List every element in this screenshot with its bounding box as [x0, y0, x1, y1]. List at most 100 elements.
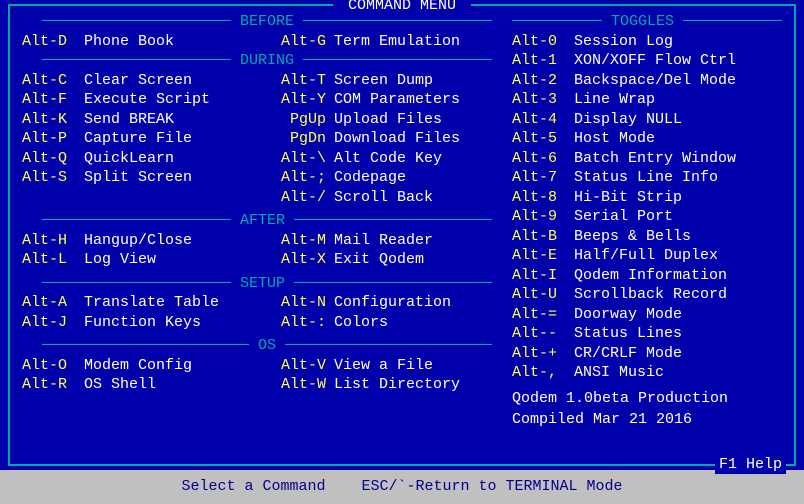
- toggle-row[interactable]: Alt--Status Lines: [512, 324, 782, 344]
- key-desc: ANSI Music: [574, 363, 664, 383]
- status-bar: Select a Command ESC/`-Return to TERMINA…: [0, 470, 804, 504]
- key-desc: Translate Table: [84, 293, 264, 313]
- key-desc: Qodem Information: [574, 266, 727, 286]
- key-label: Alt-E: [512, 246, 574, 266]
- key-desc: Scrollback Record: [574, 285, 727, 305]
- key-desc: COM Parameters: [334, 90, 460, 110]
- menu-row[interactable]: Alt-LLog ViewAlt-XExit Qodem: [22, 250, 512, 270]
- key-label: Alt--: [512, 324, 574, 344]
- toggle-row[interactable]: Alt-+CR/CRLF Mode: [512, 344, 782, 364]
- toggle-row[interactable]: Alt-UScrollback Record: [512, 285, 782, 305]
- toggle-row[interactable]: Alt-=Doorway Mode: [512, 305, 782, 325]
- terminal-screen: COMMAND MENU F1 Help ───────────────────…: [0, 0, 804, 470]
- key-label: Alt-Q: [22, 149, 84, 169]
- menu-row[interactable]: Alt-SSplit ScreenAlt-;Codepage: [22, 168, 512, 188]
- key-desc: Phone Book: [84, 32, 264, 52]
- key-label: Alt-B: [512, 227, 574, 247]
- key-desc: Scroll Back: [334, 188, 433, 208]
- toggle-row[interactable]: Alt-8Hi-Bit Strip: [512, 188, 782, 208]
- key-desc: Configuration: [334, 293, 451, 313]
- key-label: Alt-2: [512, 71, 574, 91]
- key-desc: Split Screen: [84, 168, 264, 188]
- toggle-row[interactable]: Alt-7Status Line Info: [512, 168, 782, 188]
- key-desc: Batch Entry Window: [574, 149, 736, 169]
- key-label: PgUp: [264, 110, 326, 130]
- menu-row[interactable]: Alt-OModem ConfigAlt-V View a File: [22, 356, 512, 376]
- key-desc: View a File: [334, 356, 433, 376]
- toggle-row[interactable]: Alt-4Display NULL: [512, 110, 782, 130]
- toggle-row[interactable]: Alt-9Serial Port: [512, 207, 782, 227]
- menu-row[interactable]: Alt-CClear ScreenAlt-TScreen Dump: [22, 71, 512, 91]
- menu-row[interactable]: Alt-DPhone BookAlt-GTerm Emulation: [22, 32, 512, 52]
- window-title: COMMAND MENU: [333, 0, 471, 16]
- key-desc: Send BREAK: [84, 110, 264, 130]
- menu-row[interactable]: Alt-ATranslate TableAlt-NConfiguration: [22, 293, 512, 313]
- menu-row[interactable]: Alt-/Scroll Back: [22, 188, 512, 208]
- key-label: Alt-V: [264, 356, 326, 376]
- section-os: ─────────────────────── OS ─────────────…: [22, 336, 512, 356]
- key-label: PgDn: [264, 129, 326, 149]
- key-desc: Display NULL: [574, 110, 682, 130]
- key-label: Alt-7: [512, 168, 574, 188]
- key-label: Alt-W: [264, 375, 326, 395]
- key-desc: Session Log: [574, 32, 673, 52]
- key-label: Alt-O: [22, 356, 84, 376]
- key-label: Alt-D: [22, 32, 84, 52]
- status-bar-text: Select a Command ESC/`-Return to TERMINA…: [181, 477, 622, 497]
- version-line-1: Qodem 1.0beta Production: [512, 387, 782, 409]
- key-desc: Beeps & Bells: [574, 227, 691, 247]
- key-desc: Term Emulation: [334, 32, 460, 52]
- key-label: Alt-A: [22, 293, 84, 313]
- key-desc: Exit Qodem: [334, 250, 424, 270]
- menu-row[interactable]: Alt-QQuickLearnAlt-\ Alt Code Key: [22, 149, 512, 169]
- key-desc: Host Mode: [574, 129, 655, 149]
- toggle-row[interactable]: Alt-6Batch Entry Window: [512, 149, 782, 169]
- key-label: Alt-R: [22, 375, 84, 395]
- key-desc: XON/XOFF Flow Ctrl: [574, 51, 736, 71]
- toggle-row[interactable]: Alt-2Backspace/Del Mode: [512, 71, 782, 91]
- key-label: Alt-8: [512, 188, 574, 208]
- key-label: Alt-0: [512, 32, 574, 52]
- key-label: Alt-L: [22, 250, 84, 270]
- key-label: Alt-+: [512, 344, 574, 364]
- key-desc: Status Lines: [574, 324, 682, 344]
- section-after: ───────────────────── AFTER ────────────…: [22, 211, 512, 231]
- menu-row[interactable]: Alt-KSend BREAKPgUpUpload Files: [22, 110, 512, 130]
- key-desc: Hangup/Close: [84, 231, 264, 251]
- key-label: Alt-U: [512, 285, 574, 305]
- toggle-row[interactable]: Alt-3Line Wrap: [512, 90, 782, 110]
- key-label: Alt-3: [512, 90, 574, 110]
- toggle-row[interactable]: Alt-,ANSI Music: [512, 363, 782, 383]
- toggle-row[interactable]: Alt-BBeeps & Bells: [512, 227, 782, 247]
- key-desc: Backspace/Del Mode: [574, 71, 736, 91]
- menu-row[interactable]: Alt-ROS ShellAlt-WList Directory: [22, 375, 512, 395]
- menu-row[interactable]: Alt-PCapture FilePgDnDownload Files: [22, 129, 512, 149]
- section-toggles: ────────── TOGGLES ───────────: [512, 12, 782, 32]
- key-desc: Status Line Info: [574, 168, 718, 188]
- menu-row[interactable]: Alt-JFunction KeysAlt-:Colors: [22, 313, 512, 333]
- menu-row[interactable]: Alt-HHangup/CloseAlt-MMail Reader: [22, 231, 512, 251]
- left-pane: ───────────────────── BEFORE ───────────…: [22, 12, 512, 430]
- key-label: Alt-\: [264, 149, 326, 169]
- toggle-row[interactable]: Alt-1XON/XOFF Flow Ctrl: [512, 51, 782, 71]
- key-label: Alt-Y: [264, 90, 326, 110]
- key-desc: QuickLearn: [84, 149, 264, 169]
- key-desc: CR/CRLF Mode: [574, 344, 682, 364]
- menu-row[interactable]: Alt-FExecute ScriptAlt-YCOM Parameters: [22, 90, 512, 110]
- key-desc: Hi-Bit Strip: [574, 188, 682, 208]
- key-desc: Modem Config: [84, 356, 264, 376]
- f1-help-hint[interactable]: F1 Help: [715, 455, 786, 475]
- toggle-row[interactable]: Alt-5Host Mode: [512, 129, 782, 149]
- key-label: Alt-I: [512, 266, 574, 286]
- toggle-row[interactable]: Alt-IQodem Information: [512, 266, 782, 286]
- key-label: Alt-4: [512, 110, 574, 130]
- key-label: Alt-H: [22, 231, 84, 251]
- key-label: Alt-,: [512, 363, 574, 383]
- toggle-row[interactable]: Alt-EHalf/Full Duplex: [512, 246, 782, 266]
- toggle-row[interactable]: Alt-0Session Log: [512, 32, 782, 52]
- key-desc: OS Shell: [84, 375, 264, 395]
- key-desc: Serial Port: [574, 207, 673, 227]
- key-label: Alt-M: [264, 231, 326, 251]
- key-label: Alt-C: [22, 71, 84, 91]
- key-desc: Alt Code Key: [334, 149, 442, 169]
